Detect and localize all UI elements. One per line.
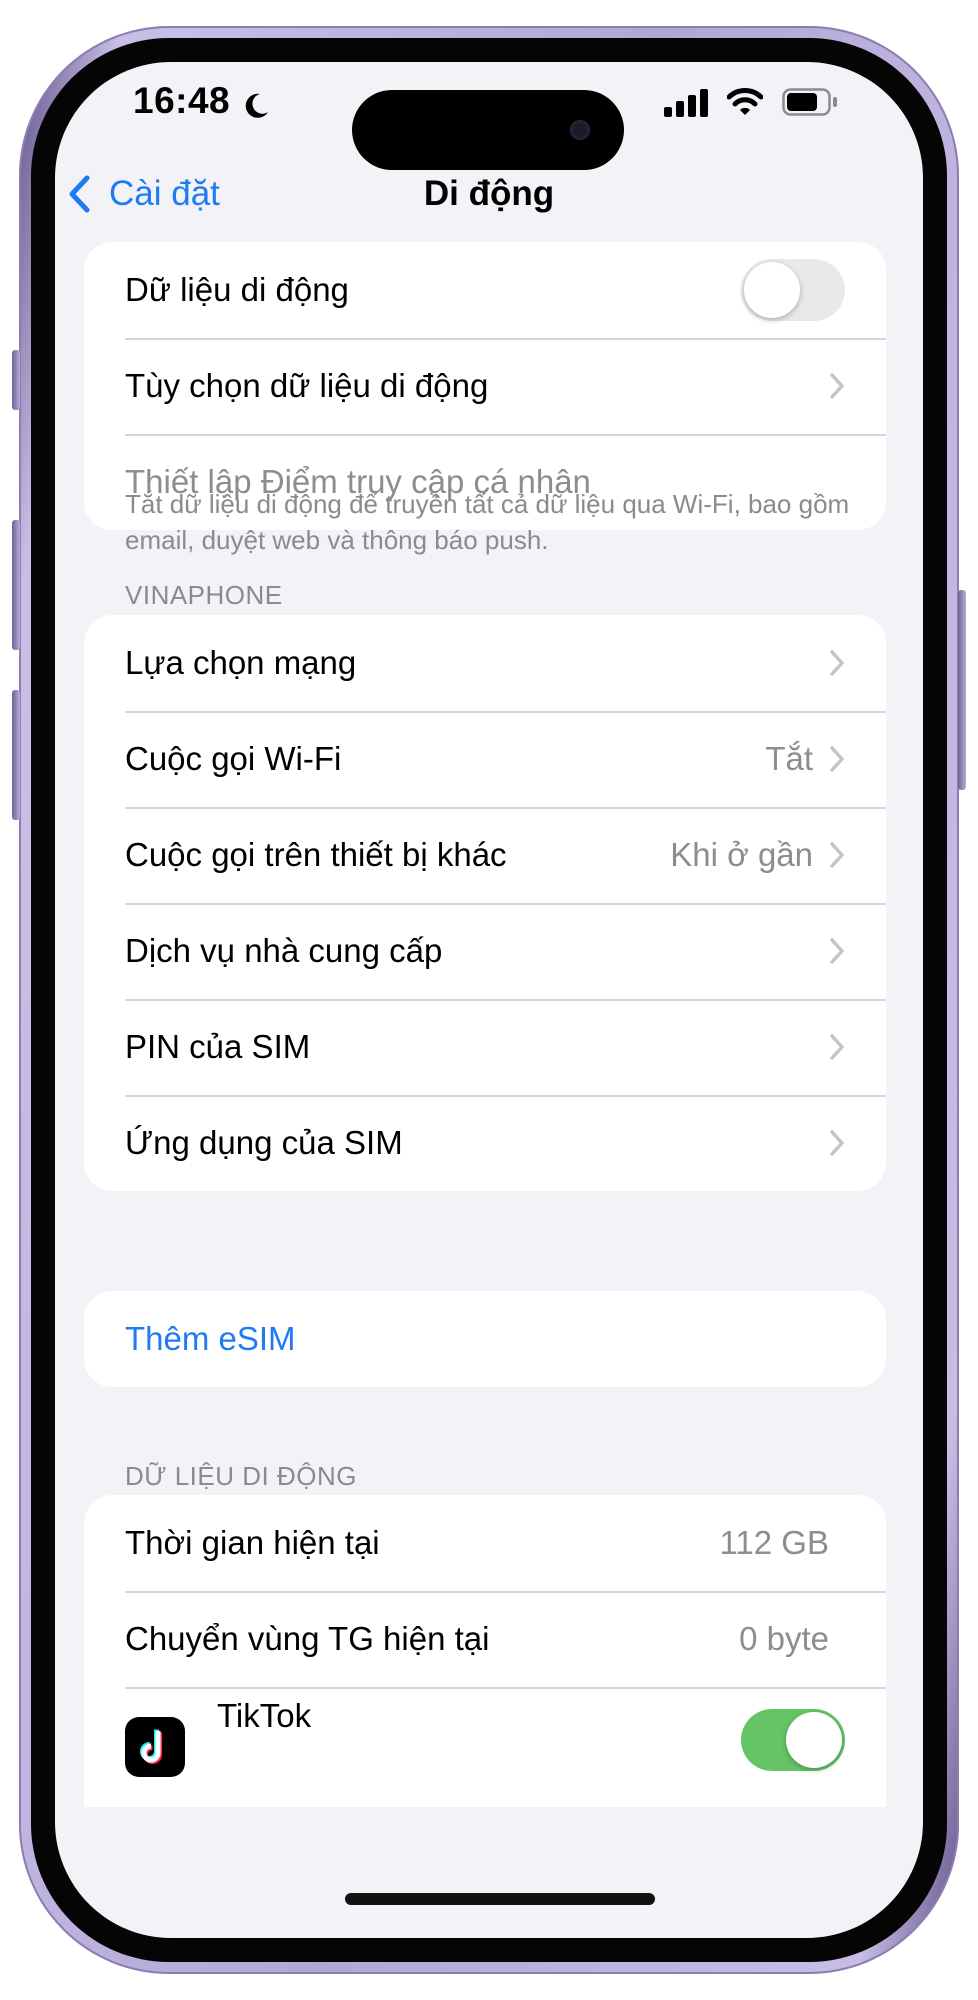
data-options-row[interactable]: Tùy chọn dữ liệu di động <box>84 338 886 434</box>
row-label: PIN của SIM <box>125 1028 311 1065</box>
row-value: 0 byte <box>739 1620 829 1657</box>
row-label: Cuộc gọi Wi-Fi <box>125 740 342 777</box>
action-button <box>12 350 20 410</box>
current-period-row: Thời gian hiện tại 112 GB <box>84 1495 886 1591</box>
wifi-calling-row[interactable]: Cuộc gọi Wi-Fi Tắt <box>84 711 886 807</box>
power-button <box>958 590 966 790</box>
mobile-data-toggle[interactable] <box>741 259 845 321</box>
data-options-label: Tùy chọn dữ liệu di động <box>125 367 489 404</box>
usage-section-header: DỮ LIỆU DI ĐỘNG <box>125 1461 357 1491</box>
screen: 16:48 Cài đặt Di động Dữ liệu di động Tù… <box>55 62 923 1938</box>
esim-group: Thêm eSIM <box>84 1291 886 1387</box>
mobile-data-footer-note: Tắt dữ liệu di động để truyền tất cả dữ … <box>125 489 850 555</box>
row-label: Cuộc gọi trên thiết bị khác <box>125 836 507 873</box>
current-roaming-row: Chuyển vùng TG hiện tại 0 byte <box>84 1591 886 1687</box>
home-indicator <box>345 1893 655 1905</box>
row-label: Chuyển vùng TG hiện tại <box>125 1620 490 1657</box>
signal-icon <box>664 89 708 117</box>
row-label: Dịch vụ nhà cung cấp <box>125 932 443 969</box>
row-label: Ứng dụng của SIM <box>125 1124 403 1161</box>
add-esim-button[interactable]: Thêm eSIM <box>84 1291 886 1387</box>
chevron-right-icon <box>830 842 844 868</box>
add-esim-label: Thêm eSIM <box>125 1320 296 1357</box>
row-value: Tắt <box>765 740 813 777</box>
status-time: 16:48 <box>133 80 231 121</box>
tiktok-data-toggle[interactable] <box>741 1709 845 1771</box>
carrier-group: Lựa chọn mạng Cuộc gọi Wi-Fi Tắt Cuộc gọ… <box>84 615 886 1191</box>
carrier-services-row[interactable]: Dịch vụ nhà cung cấp <box>84 903 886 999</box>
row-value: 112 GB <box>719 1524 829 1561</box>
camera-icon <box>570 120 590 140</box>
tiktok-icon <box>125 1717 185 1777</box>
carrier-section-header: VINAPHONE <box>125 580 283 610</box>
wifi-icon <box>727 88 763 115</box>
dynamic-island <box>352 90 624 170</box>
network-selection-row[interactable]: Lựa chọn mạng <box>84 615 886 711</box>
chevron-right-icon <box>830 938 844 964</box>
battery-icon <box>782 88 837 116</box>
page-title: Di động <box>423 174 555 213</box>
chevron-right-icon <box>830 1034 844 1060</box>
row-label: Thời gian hiện tại <box>125 1524 380 1561</box>
calls-on-other-devices-row[interactable]: Cuộc gọi trên thiết bị khác Khi ở gần <box>84 807 886 903</box>
chevron-right-icon <box>830 373 844 399</box>
chevron-right-icon <box>830 1130 844 1156</box>
mobile-data-label: Dữ liệu di động <box>125 271 349 308</box>
row-label: Lựa chọn mạng <box>125 644 357 681</box>
row-value: Khi ở gần <box>670 836 813 873</box>
usage-group: Thời gian hiện tại 112 GB Chuyển vùng TG… <box>84 1495 886 1687</box>
volume-down-button <box>12 690 20 820</box>
app-row-tiktok: TikTok <box>84 1687 886 1807</box>
app-name: TikTok <box>217 1697 312 1734</box>
mobile-data-row: Dữ liệu di động <box>84 242 886 338</box>
moon-icon <box>245 93 268 118</box>
sim-pin-row[interactable]: PIN của SIM <box>84 999 886 1095</box>
chevron-right-icon <box>830 650 844 676</box>
chevron-right-icon <box>830 746 844 772</box>
sim-applications-row[interactable]: Ứng dụng của SIM <box>84 1095 886 1191</box>
volume-up-button <box>12 520 20 650</box>
